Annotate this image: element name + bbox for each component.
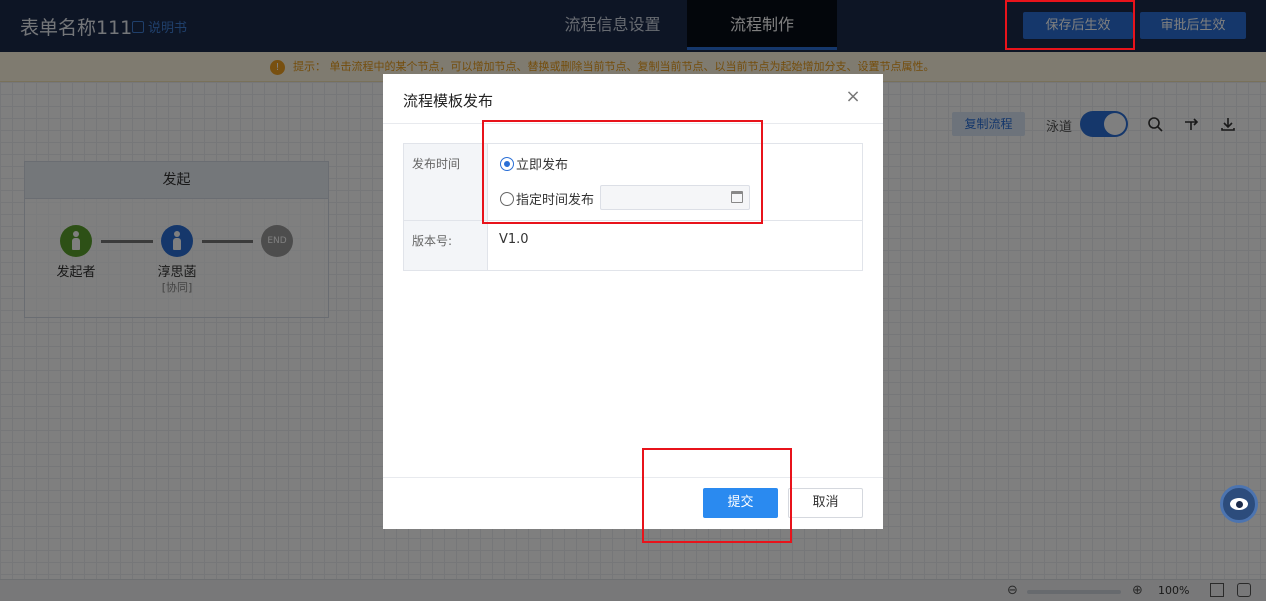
submit-button[interactable]: 提交 <box>703 488 778 518</box>
cancel-button[interactable]: 取消 <box>788 488 863 518</box>
publish-form: 发布时间 立即发布 指定时间发布 版本号: V1.0 <box>403 143 863 271</box>
radio-scheduled-indicator[interactable] <box>500 191 514 206</box>
publish-time-row: 发布时间 立即发布 指定时间发布 <box>404 144 862 221</box>
version-value: V1.0 <box>499 232 529 247</box>
radio-publish-scheduled[interactable]: 指定时间发布 <box>500 189 594 208</box>
version-row: 版本号: V1.0 <box>404 221 862 270</box>
pupil <box>1236 501 1243 508</box>
calendar-icon[interactable] <box>731 191 743 203</box>
publish-time-label: 发布时间 <box>404 144 488 220</box>
dialog-title: 流程模板发布 <box>403 92 494 110</box>
close-icon[interactable]: × <box>845 88 861 106</box>
publish-dialog: 流程模板发布 × 发布时间 立即发布 指定时间发布 版本号: V1.0 提交 取… <box>383 74 883 529</box>
assistant-button[interactable] <box>1220 485 1258 523</box>
radio-publish-now[interactable]: 立即发布 <box>500 154 568 173</box>
scheduled-date-input[interactable] <box>600 185 750 210</box>
divider <box>383 477 883 478</box>
divider <box>383 123 883 124</box>
version-label: 版本号: <box>404 221 488 270</box>
radio-now-label: 立即发布 <box>516 158 569 173</box>
radio-scheduled-label: 指定时间发布 <box>516 193 595 208</box>
radio-now-indicator[interactable] <box>500 156 514 171</box>
